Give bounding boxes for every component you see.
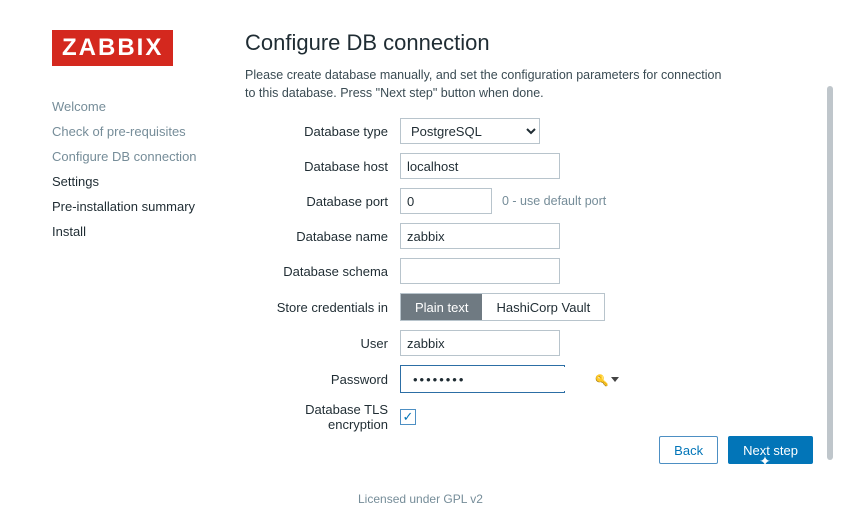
footer-license-link[interactable]: GPL v2 — [443, 492, 483, 506]
tls-checkbox[interactable]: ✓ — [400, 409, 416, 425]
key-icon — [595, 372, 609, 387]
sidebar-item-summary[interactable]: Pre-installation summary — [52, 194, 245, 219]
store-creds-toggle: Plain text HashiCorp Vault — [400, 293, 605, 321]
page-title: Configure DB connection — [245, 30, 813, 56]
db-host-label: Database host — [245, 159, 400, 174]
db-type-label: Database type — [245, 124, 400, 139]
brand-logo: ZABBIX — [52, 30, 173, 66]
db-type-select[interactable]: PostgreSQL — [400, 118, 540, 144]
user-label: User — [245, 336, 400, 351]
store-creds-label: Store credentials in — [245, 300, 400, 315]
tls-label: Database TLS encryption — [245, 402, 400, 432]
sidebar-item-prereq[interactable]: Check of pre-requisites — [52, 119, 245, 144]
button-bar: Back Next step ✦ — [659, 436, 813, 464]
db-schema-input[interactable] — [400, 258, 560, 284]
db-host-input[interactable] — [400, 153, 560, 179]
password-options-toggle[interactable] — [595, 372, 619, 387]
footer-text: Licensed under — [358, 492, 443, 506]
password-wrapper — [400, 365, 565, 393]
db-port-input[interactable] — [400, 188, 492, 214]
page-description: Please create database manually, and set… — [245, 66, 725, 102]
password-label: Password — [245, 372, 400, 387]
password-input[interactable] — [407, 367, 595, 391]
db-port-label: Database port — [245, 194, 400, 209]
db-form: Database type PostgreSQL Database host D… — [245, 118, 813, 441]
sidebar: ZABBIX Welcome Check of pre-requisites C… — [0, 30, 245, 470]
sidebar-item-dbconn[interactable]: Configure DB connection — [52, 144, 245, 169]
sidebar-item-welcome[interactable]: Welcome — [52, 94, 245, 119]
chevron-down-icon — [611, 377, 619, 382]
next-step-button[interactable]: Next step ✦ — [728, 436, 813, 464]
scrollbar-track[interactable] — [827, 86, 833, 460]
sidebar-item-install[interactable]: Install — [52, 219, 245, 244]
db-name-label: Database name — [245, 229, 400, 244]
back-button[interactable]: Back — [659, 436, 718, 464]
user-input[interactable] — [400, 330, 560, 356]
store-creds-plaintext[interactable]: Plain text — [401, 294, 482, 320]
db-port-hint: 0 - use default port — [502, 194, 606, 208]
store-creds-vault[interactable]: HashiCorp Vault — [482, 294, 604, 320]
db-name-input[interactable] — [400, 223, 560, 249]
footer: Licensed under GPL v2 — [0, 480, 841, 518]
content-area: Configure DB connection Please create da… — [245, 30, 813, 470]
sidebar-item-settings[interactable]: Settings — [52, 169, 245, 194]
db-schema-label: Database schema — [245, 264, 400, 279]
next-step-label: Next step — [743, 443, 798, 458]
